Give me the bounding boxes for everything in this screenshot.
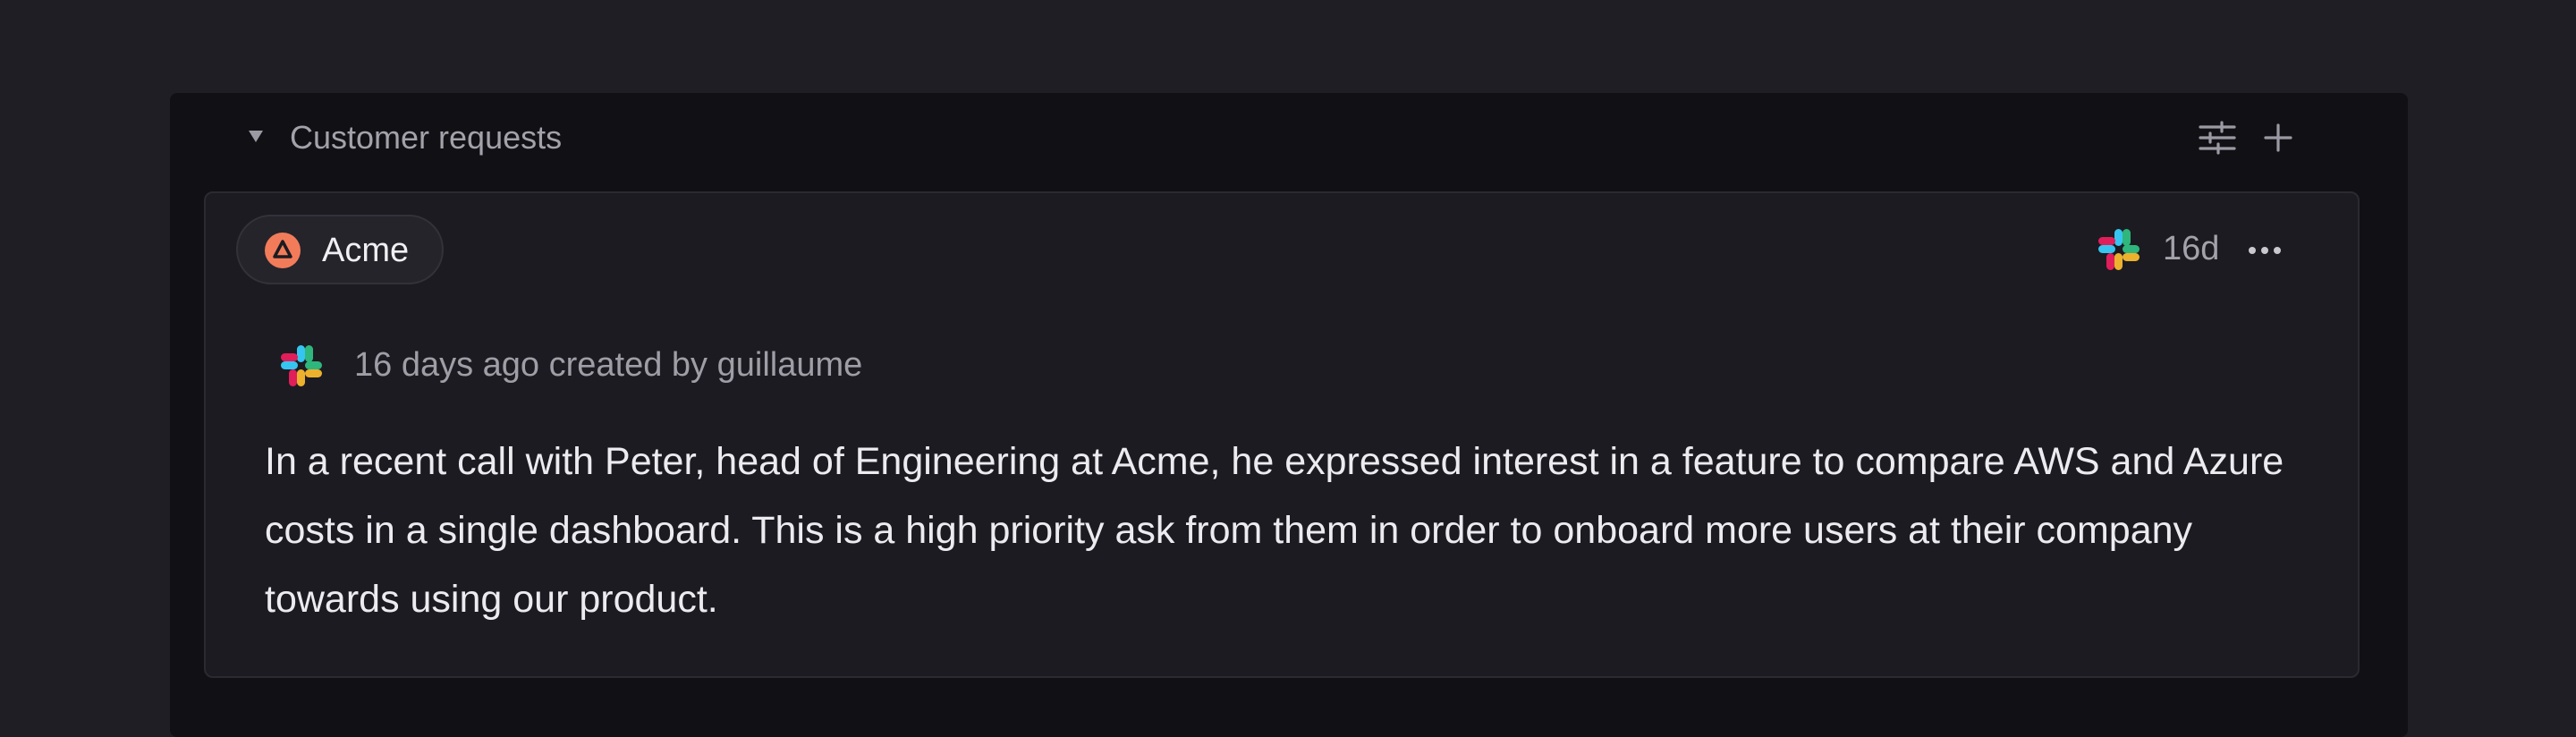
acme-logo-icon bbox=[265, 233, 301, 268]
request-card[interactable]: Acme 16d 16 days ago created by guillaum… bbox=[204, 191, 2360, 678]
section-header: Customer requests bbox=[170, 93, 2408, 186]
slack-icon bbox=[277, 342, 326, 390]
request-meta: 16 days ago created by guillaume bbox=[354, 346, 863, 384]
slack-icon bbox=[2095, 225, 2143, 274]
section-title: Customer requests bbox=[290, 119, 563, 156]
more-horizontal-icon[interactable] bbox=[2241, 227, 2288, 274]
customer-requests-panel: Customer requests Acme 16d 16 days ago c… bbox=[170, 93, 2408, 737]
request-body: In a recent call with Peter, head of Eng… bbox=[265, 440, 2284, 621]
customer-name: Acme bbox=[322, 232, 410, 269]
caret-down-icon[interactable] bbox=[249, 131, 263, 142]
request-age: 16d bbox=[2163, 230, 2220, 267]
plus-icon[interactable] bbox=[2256, 115, 2301, 160]
customer-tag[interactable]: Acme bbox=[236, 215, 444, 284]
sliders-icon[interactable] bbox=[2195, 115, 2240, 160]
